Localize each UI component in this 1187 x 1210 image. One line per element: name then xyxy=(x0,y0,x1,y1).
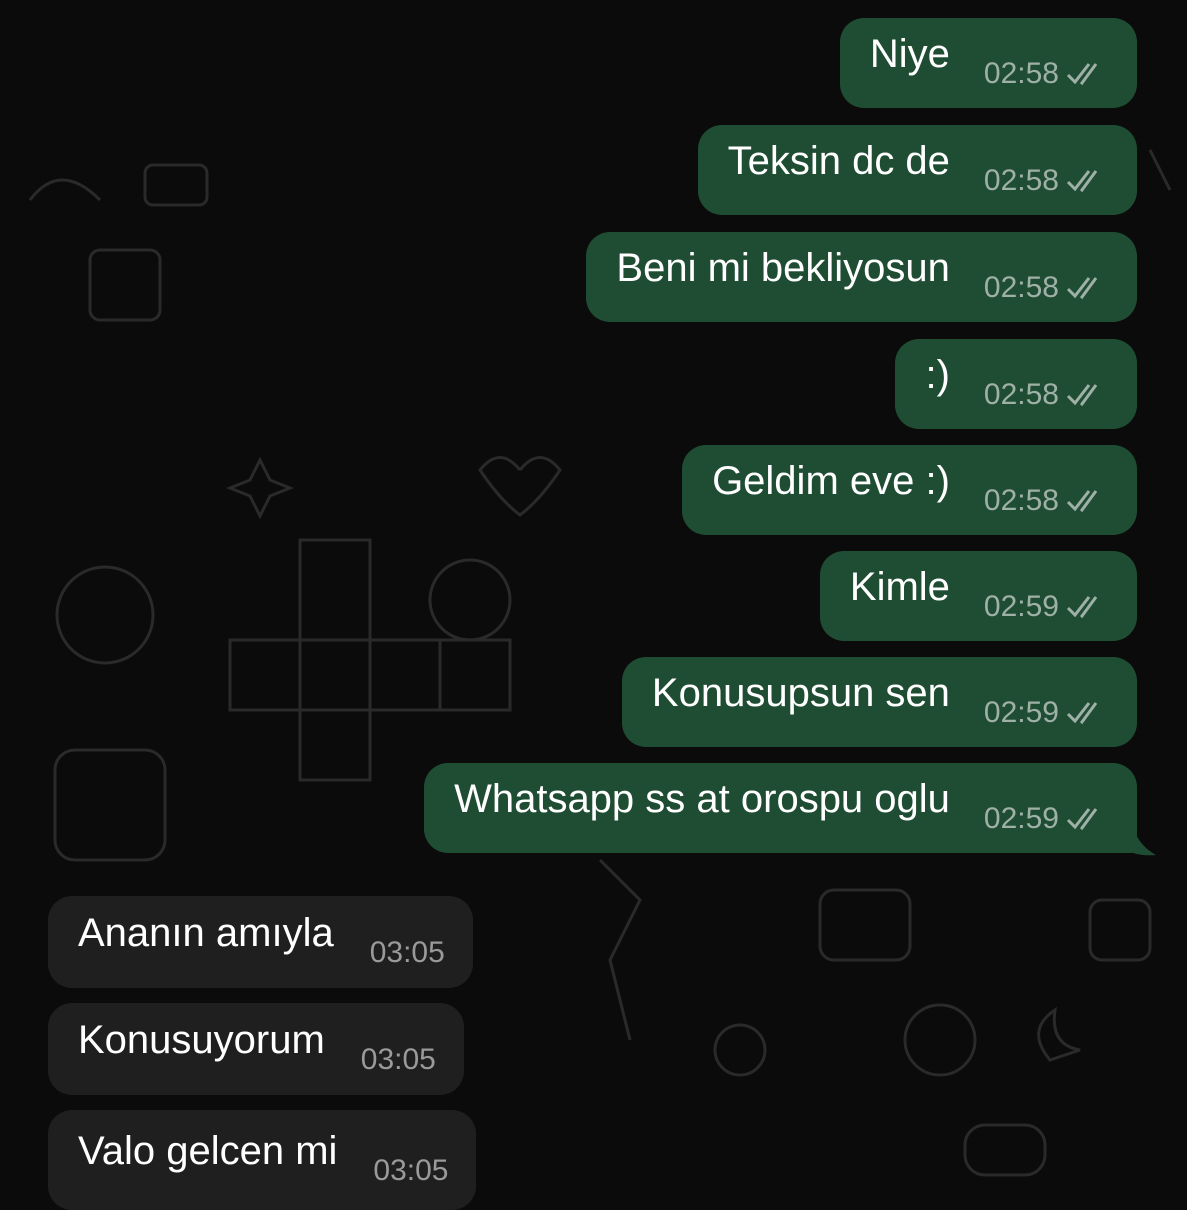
message-text: Teksin dc de xyxy=(727,139,950,183)
message-time: 03:05 xyxy=(360,1043,436,1076)
message-meta: 02:59 xyxy=(984,802,1107,836)
double-check-icon xyxy=(1066,702,1098,725)
message-text: :) xyxy=(925,353,950,397)
message-time: 02:59 xyxy=(983,590,1059,623)
message-text: Konusupsun sen xyxy=(651,671,950,715)
incoming-message[interactable]: Valo gelcen mi 03:05 xyxy=(48,1110,477,1210)
double-check-icon xyxy=(1066,384,1098,407)
double-check-icon xyxy=(1066,277,1098,300)
message-text: Konusuyorum xyxy=(78,1018,325,1062)
message-meta: 02:58 xyxy=(984,378,1107,412)
message-time: 02:58 xyxy=(983,484,1059,517)
outgoing-message[interactable]: Niye 02:58 xyxy=(839,18,1137,108)
message-time: 02:58 xyxy=(983,378,1059,411)
message-time: 02:59 xyxy=(983,802,1059,835)
outgoing-message[interactable]: Beni mi bekliyosun 02:58 xyxy=(586,232,1137,322)
message-meta: 02:58 xyxy=(984,271,1107,305)
message-text: Geldim eve :) xyxy=(712,459,950,503)
double-check-icon xyxy=(1066,808,1098,831)
message-text: Valo gelcen mi xyxy=(78,1129,338,1173)
message-time: 03:05 xyxy=(369,936,445,969)
outgoing-message[interactable]: Teksin dc de 02:58 xyxy=(697,125,1137,215)
incoming-message[interactable]: Ananın amıyla 03:05 xyxy=(48,896,473,988)
bubble-tail xyxy=(1120,815,1156,856)
message-text: Ananın amıyla xyxy=(78,911,334,955)
message-meta: 03:05 xyxy=(370,936,445,970)
outgoing-message[interactable]: Geldim eve :) 02:58 xyxy=(682,445,1137,535)
message-meta: 02:58 xyxy=(984,484,1107,518)
message-text: Kimle xyxy=(849,565,950,609)
outgoing-message[interactable]: Whatsapp ss at orospu oglu 02:59 xyxy=(424,763,1137,853)
double-check-icon xyxy=(1066,63,1098,86)
message-time: 02:59 xyxy=(983,696,1059,729)
message-time: 02:58 xyxy=(983,164,1059,197)
message-meta: 02:58 xyxy=(984,164,1107,198)
message-text: Whatsapp ss at orospu oglu xyxy=(454,777,950,821)
incoming-message[interactable]: Konusuyorum 03:05 xyxy=(48,1003,464,1095)
message-meta: 03:05 xyxy=(373,1154,448,1188)
message-meta: 02:59 xyxy=(984,696,1107,730)
message-meta: 03:05 xyxy=(361,1043,436,1077)
double-check-icon xyxy=(1066,490,1098,513)
message-text: Beni mi bekliyosun xyxy=(616,246,950,290)
message-time: 02:58 xyxy=(983,57,1059,90)
message-time: 03:05 xyxy=(373,1154,449,1187)
double-check-icon xyxy=(1066,170,1098,193)
outgoing-message[interactable]: :) 02:58 xyxy=(895,339,1137,429)
message-text: Niye xyxy=(869,32,950,76)
outgoing-message[interactable]: Konusupsun sen 02:59 xyxy=(621,657,1137,747)
double-check-icon xyxy=(1066,596,1098,619)
message-meta: 02:58 xyxy=(984,57,1107,91)
message-time: 02:58 xyxy=(983,271,1059,304)
outgoing-message[interactable]: Kimle 02:59 xyxy=(819,551,1137,641)
message-meta: 02:59 xyxy=(984,590,1107,624)
